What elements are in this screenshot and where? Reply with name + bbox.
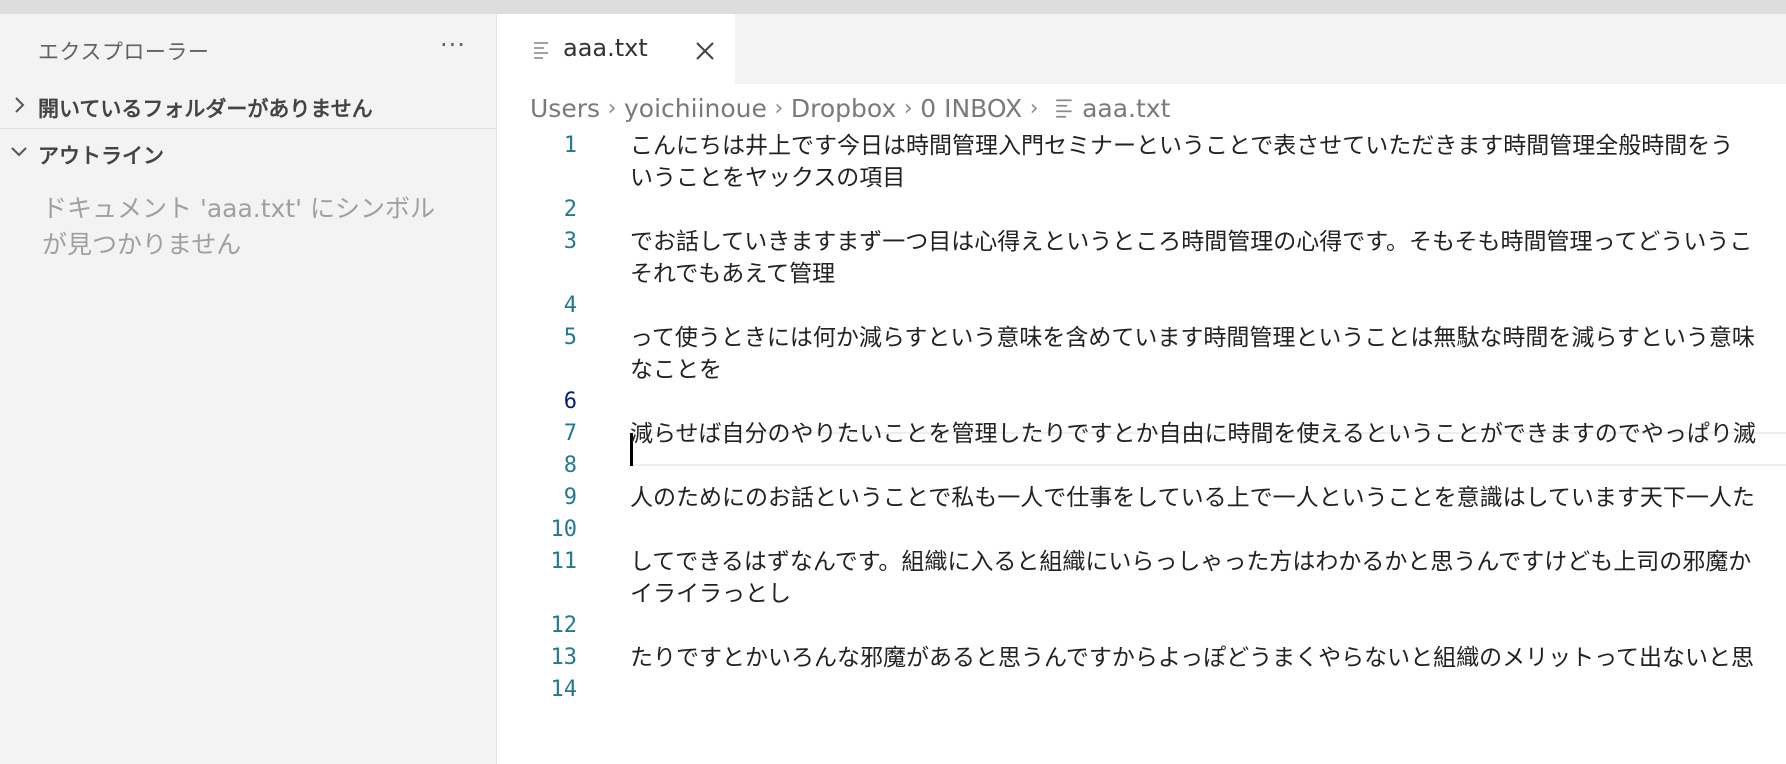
- line-number: 11: [550, 549, 578, 574]
- text-file-icon: [534, 42, 548, 59]
- breadcrumb-item-aaa-txt[interactable]: aaa.txt: [1082, 94, 1170, 123]
- text-file-icon: [1056, 99, 1072, 118]
- breadcrumb-item-dropbox[interactable]: Dropbox: [791, 94, 896, 123]
- code-line: 減らせば自分のやりたいことを管理したりですとか自由に時間を使えるということができ…: [630, 421, 1756, 447]
- chevron-right-icon: ›: [607, 95, 617, 121]
- code-line-wrap: イライラっとし: [630, 581, 791, 607]
- line-number: 14: [550, 677, 578, 702]
- close-icon[interactable]: [693, 39, 717, 63]
- code-line: たりですとかいろんな邪魔があると思うんですからよっぽどうまくやらないと組織のメリ…: [630, 645, 1755, 671]
- tab-aaa-txt[interactable]: aaa.txt: [497, 14, 735, 84]
- line-number: 13: [550, 645, 578, 670]
- sidebar: エクスプローラー ··· 開いているフォルダーがありません アウトライン ドキュ…: [0, 14, 497, 764]
- code-line: って使うときには何か減らすという意味を含めています時間管理ということは無駄な時間…: [630, 325, 1755, 351]
- line-number: 7: [563, 421, 577, 446]
- line-number: 4: [563, 293, 577, 318]
- section-no-folder[interactable]: 開いているフォルダーがありません: [0, 84, 497, 129]
- sidebar-header: エクスプローラー ···: [0, 14, 497, 84]
- code-line-wrap: なことを: [630, 357, 722, 383]
- chevron-right-icon: ›: [774, 95, 784, 121]
- chevron-right-icon: [15, 97, 25, 113]
- code-line: してできるはずなんです。組織に入ると組織にいらっしゃった方はわかるかと思うんです…: [630, 549, 1752, 575]
- line-number: 8: [563, 453, 577, 478]
- chevron-right-icon: ›: [1029, 95, 1039, 121]
- more-actions-button[interactable]: ···: [436, 32, 470, 62]
- breadcrumb: Users › yoichiinoue › Dropbox › 0 INBOX …: [530, 90, 1170, 126]
- line-number: 10: [550, 517, 578, 542]
- breadcrumb-item-0-inbox[interactable]: 0 INBOX: [920, 94, 1022, 123]
- line-number: 9: [563, 485, 577, 510]
- tab-label: aaa.txt: [563, 34, 648, 62]
- line-number: 5: [563, 325, 577, 350]
- line-number: 12: [550, 613, 578, 638]
- tab-bar: aaa.txt: [497, 14, 1786, 84]
- line-number-active: 6: [563, 389, 577, 414]
- outline-empty-message: ドキュメント 'aaa.txt' にシンボルが見つかりません: [42, 194, 435, 259]
- breadcrumb-item-yoichiinoue[interactable]: yoichiinoue: [624, 94, 767, 123]
- line-number: 2: [563, 197, 577, 222]
- window-top-bar: [0, 0, 1786, 14]
- sidebar-title: エクスプローラー: [38, 40, 210, 64]
- code-editor[interactable]: 1 こんにちは井上です今日は時間管理入門セミナーということで表させていただきます…: [497, 128, 1786, 764]
- code-line: 人のためにのお話ということで私も一人で仕事をしている上で一人ということを意識はし…: [630, 485, 1755, 511]
- code-line: でお話していきますまず一つ目は心得えというところ時間管理の心得です。そもそも時間…: [630, 229, 1753, 255]
- chevron-right-icon: ›: [903, 95, 913, 121]
- section-label-no-folder: 開いているフォルダーがありません: [38, 97, 373, 121]
- code-line-wrap: いうことをヤックスの項目: [630, 165, 906, 191]
- section-outline[interactable]: アウトライン: [0, 131, 497, 175]
- code-line: こんにちは井上です今日は時間管理入門セミナーということで表させていただきます時間…: [630, 133, 1734, 159]
- section-label-outline: アウトライン: [38, 144, 164, 168]
- breadcrumb-item-users[interactable]: Users: [530, 94, 600, 123]
- line-number: 3: [563, 229, 577, 254]
- editor-area: aaa.txt Users › yoichiinoue › Dropbox › …: [497, 14, 1786, 764]
- code-line-wrap: それでもあえて管理: [630, 261, 836, 287]
- line-number: 1: [563, 133, 577, 158]
- chevron-down-icon: [11, 147, 27, 157]
